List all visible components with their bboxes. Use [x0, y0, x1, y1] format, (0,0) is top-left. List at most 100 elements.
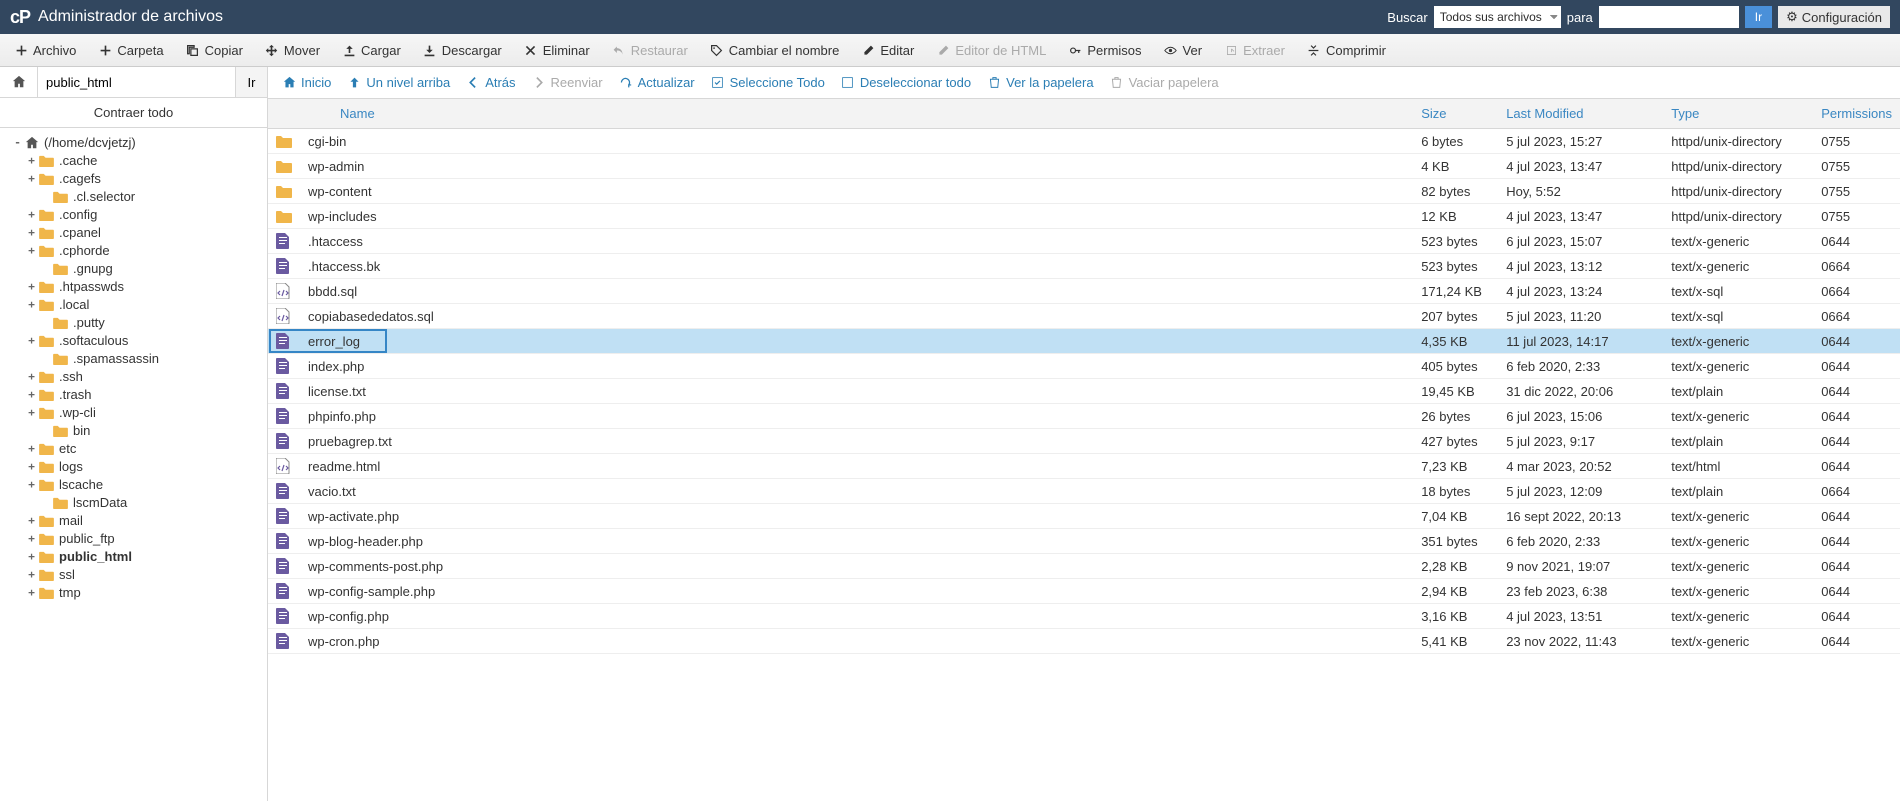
tree-toggle[interactable]: -: [12, 138, 23, 149]
file-row[interactable]: wp-includes12 KB4 jul 2023, 13:47httpd/u…: [268, 204, 1900, 229]
tree-node[interactable]: -(/home/dcvjetzj): [4, 134, 263, 152]
col-type[interactable]: Type: [1663, 99, 1813, 129]
file-row[interactable]: wp-content82 bytesHoy, 5:52httpd/unix-di…: [268, 179, 1900, 204]
settings-button[interactable]: ⚙ Configuración: [1778, 6, 1890, 28]
nav-deselect-button[interactable]: Deseleccionar todo: [841, 75, 971, 90]
file-row[interactable]: license.txt19,45 KB31 dic 2022, 20:06tex…: [268, 379, 1900, 404]
file-row[interactable]: vacio.txt18 bytes5 jul 2023, 12:09text/p…: [268, 479, 1900, 504]
tree-node[interactable]: +public_ftp: [4, 530, 263, 548]
nav-back-button[interactable]: Atrás: [466, 75, 515, 90]
path-home-button[interactable]: [0, 67, 38, 97]
tree-node[interactable]: +.cpanel: [4, 224, 263, 242]
path-go-button[interactable]: Ir: [235, 67, 267, 97]
tree-toggle[interactable]: +: [26, 570, 37, 581]
tree-node[interactable]: +ssl: [4, 566, 263, 584]
tree-node[interactable]: +etc: [4, 440, 263, 458]
file-row[interactable]: pruebagrep.txt427 bytes5 jul 2023, 9:17t…: [268, 429, 1900, 454]
tree-toggle[interactable]: +: [26, 246, 37, 257]
tree-node[interactable]: +mail: [4, 512, 263, 530]
file-row[interactable]: .htaccess523 bytes6 jul 2023, 15:07text/…: [268, 229, 1900, 254]
file-row[interactable]: wp-blog-header.php351 bytes6 feb 2020, 2…: [268, 529, 1900, 554]
toolbar-download-button[interactable]: Descargar: [413, 35, 512, 66]
tree-toggle[interactable]: +: [26, 156, 37, 167]
tree-toggle[interactable]: +: [26, 552, 37, 563]
toolbar-copy-button[interactable]: Copiar: [176, 35, 253, 66]
search-scope-select[interactable]: Todos sus archivos: [1434, 6, 1561, 28]
file-row[interactable]: wp-admin4 KB4 jul 2023, 13:47httpd/unix-…: [268, 154, 1900, 179]
tree-toggle[interactable]: +: [26, 516, 37, 527]
toolbar-move-button[interactable]: Mover: [255, 35, 330, 66]
tree-node[interactable]: +.trash: [4, 386, 263, 404]
tree-toggle[interactable]: +: [26, 228, 37, 239]
tree-node[interactable]: bin: [4, 422, 263, 440]
tree-toggle[interactable]: +: [26, 534, 37, 545]
file-row[interactable]: wp-comments-post.php2,28 KB9 nov 2021, 1…: [268, 554, 1900, 579]
file-row[interactable]: wp-activate.php7,04 KB16 sept 2022, 20:1…: [268, 504, 1900, 529]
tree-node[interactable]: +public_html: [4, 548, 263, 566]
nav-up-button[interactable]: Un nivel arriba: [347, 75, 450, 90]
toolbar-upload-button[interactable]: Cargar: [332, 35, 411, 66]
tree-node[interactable]: +.ssh: [4, 368, 263, 386]
file-row[interactable]: .htaccess.bk523 bytes4 jul 2023, 13:12te…: [268, 254, 1900, 279]
col-size[interactable]: Size: [1413, 99, 1498, 129]
toolbar-folder-button[interactable]: Carpeta: [88, 35, 173, 66]
tree-toggle[interactable]: +: [26, 480, 37, 491]
tree-toggle[interactable]: +: [26, 588, 37, 599]
toolbar-rename-button[interactable]: Cambiar el nombre: [700, 35, 850, 66]
tree-node[interactable]: + .htpasswds: [4, 278, 263, 296]
toolbar-delete-button[interactable]: Eliminar: [514, 35, 600, 66]
tree-node[interactable]: +.config: [4, 206, 263, 224]
tree-node[interactable]: .spamassassin: [4, 350, 263, 368]
file-row[interactable]: bbdd.sql171,24 KB4 jul 2023, 13:24text/x…: [268, 279, 1900, 304]
col-name[interactable]: Name: [300, 99, 1413, 129]
tree-toggle[interactable]: +: [26, 408, 37, 419]
tree-node[interactable]: +.cagefs: [4, 170, 263, 188]
tree-toggle[interactable]: +: [26, 390, 37, 401]
toolbar-compress-button[interactable]: Comprimir: [1297, 35, 1396, 66]
toolbar-edit-button[interactable]: Editar: [851, 35, 924, 66]
toolbar-file-button[interactable]: Archivo: [4, 35, 86, 66]
col-modified[interactable]: Last Modified: [1498, 99, 1663, 129]
file-row[interactable]: wp-config.php3,16 KB4 jul 2023, 13:51tex…: [268, 604, 1900, 629]
path-input[interactable]: [38, 67, 235, 97]
tree-node[interactable]: +.cphorde: [4, 242, 263, 260]
tree-toggle[interactable]: +: [26, 444, 37, 455]
search-input[interactable]: [1599, 6, 1739, 28]
toolbar-view-button[interactable]: Ver: [1154, 35, 1213, 66]
tree-node[interactable]: .putty: [4, 314, 263, 332]
tree-node[interactable]: +.cache: [4, 152, 263, 170]
search-go-button[interactable]: Ir: [1745, 6, 1772, 28]
toolbar-perms-button[interactable]: Permisos: [1058, 35, 1151, 66]
tree-toggle[interactable]: +: [26, 300, 37, 311]
nav-trash-button[interactable]: Ver la papelera: [987, 75, 1093, 90]
col-permissions[interactable]: Permissions: [1813, 99, 1900, 129]
tree-node[interactable]: lscmData: [4, 494, 263, 512]
nav-selectall-button[interactable]: Seleccione Todo: [711, 75, 825, 90]
tree-toggle[interactable]: +: [26, 210, 37, 221]
tree-node[interactable]: .gnupg: [4, 260, 263, 278]
tree-toggle[interactable]: +: [26, 336, 37, 347]
tree-node[interactable]: +tmp: [4, 584, 263, 602]
tree-node[interactable]: +.local: [4, 296, 263, 314]
file-row[interactable]: cgi-bin6 bytes5 jul 2023, 15:27httpd/uni…: [268, 129, 1900, 154]
tree-toggle[interactable]: +: [26, 372, 37, 383]
tree-toggle[interactable]: +: [26, 282, 37, 293]
tree-node[interactable]: +lscache: [4, 476, 263, 494]
tree-toggle[interactable]: +: [26, 462, 37, 473]
tree-node[interactable]: +logs: [4, 458, 263, 476]
tree-node[interactable]: +.softaculous: [4, 332, 263, 350]
file-row[interactable]: copiabasededatos.sql207 bytes5 jul 2023,…: [268, 304, 1900, 329]
tree-label: .htpasswds: [59, 278, 124, 296]
tree-node[interactable]: .cl.selector: [4, 188, 263, 206]
file-row[interactable]: error_log4,35 KB11 jul 2023, 14:17text/x…: [268, 329, 1900, 354]
tree-node[interactable]: +.wp-cli: [4, 404, 263, 422]
collapse-all-button[interactable]: Contraer todo: [0, 98, 267, 128]
file-row[interactable]: wp-cron.php5,41 KB23 nov 2022, 11:43text…: [268, 629, 1900, 654]
file-row[interactable]: index.php405 bytes6 feb 2020, 2:33text/x…: [268, 354, 1900, 379]
file-row[interactable]: phpinfo.php26 bytes6 jul 2023, 15:06text…: [268, 404, 1900, 429]
file-row[interactable]: readme.html7,23 KB4 mar 2023, 20:52text/…: [268, 454, 1900, 479]
nav-reload-button[interactable]: Actualizar: [619, 75, 695, 90]
file-row[interactable]: wp-config-sample.php2,94 KB23 feb 2023, …: [268, 579, 1900, 604]
nav-home-button[interactable]: Inicio: [282, 75, 331, 90]
tree-toggle[interactable]: +: [26, 174, 37, 185]
